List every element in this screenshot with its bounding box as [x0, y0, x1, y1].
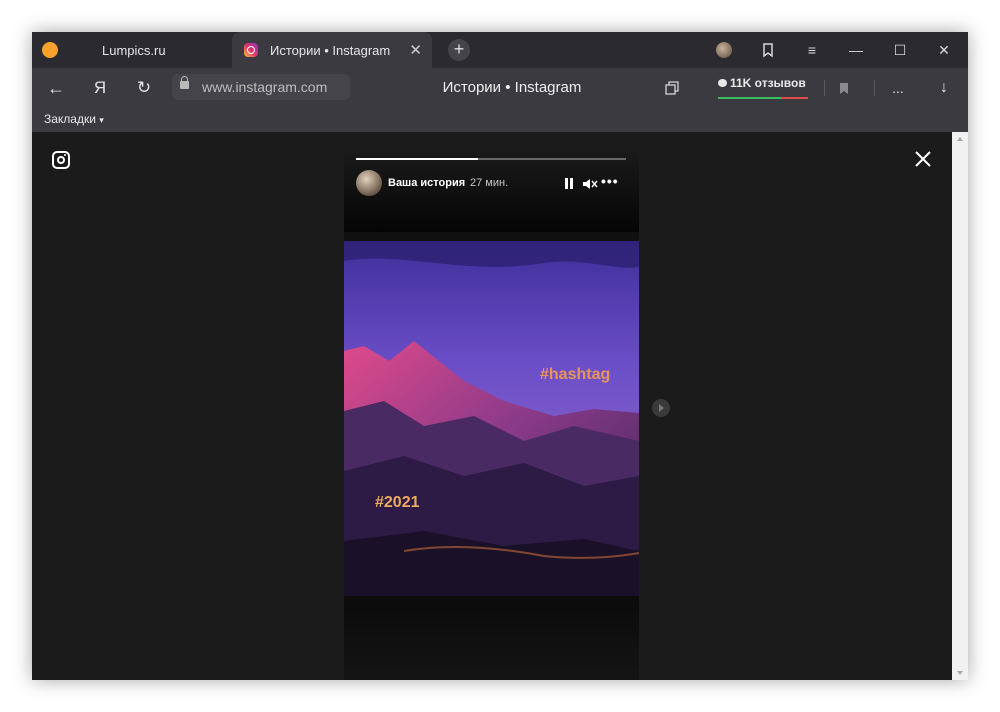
browser-window: Lumpics.ru Истории • Instagram ✕ + ≡ — ☐… [32, 32, 968, 680]
url-field[interactable]: www.instagram.com [172, 74, 350, 100]
year-hashtag-sticker[interactable]: #2021 [375, 494, 420, 512]
page-content: Ваша история 27 мин. ••• #hashtag #2021 [32, 132, 952, 680]
title-bar: Lumpics.ru Истории • Instagram ✕ + ≡ — ☐… [32, 32, 968, 68]
close-story-button[interactable] [914, 150, 932, 168]
story-image: #hashtag #2021 [344, 241, 639, 596]
divider [824, 80, 825, 96]
hashtag-sticker[interactable]: #hashtag [540, 366, 610, 384]
bookmarks-menu[interactable]: Закладки ▾ [44, 112, 104, 126]
reload-button[interactable]: ↻ [128, 68, 160, 108]
progress-fill [356, 158, 478, 160]
story-time: 27 мин. [470, 177, 509, 189]
minimize-button[interactable]: — [838, 32, 874, 68]
story-viewer[interactable]: Ваша история 27 мин. ••• #hashtag #2021 [344, 152, 639, 680]
reviews-count: 11K отзывов [730, 76, 806, 90]
tab-close-icon[interactable]: ✕ [409, 41, 422, 59]
lock-icon [180, 76, 189, 89]
page-title: Истории • Instagram [442, 79, 582, 96]
pause-icon[interactable] [564, 178, 574, 190]
bookmark-icon[interactable] [832, 68, 856, 108]
new-tab-button[interactable]: + [448, 39, 470, 61]
story-header: Ваша история 27 мин. ••• [344, 152, 639, 232]
bookmarks-bar: Закладки ▾ [32, 108, 968, 132]
yandex-home-button[interactable]: Я [84, 68, 116, 108]
more-button[interactable]: ... [884, 68, 912, 108]
scroll-up-icon[interactable] [957, 137, 963, 141]
avatar[interactable] [356, 170, 382, 196]
tab-instagram[interactable]: Истории • Instagram ✕ [232, 32, 432, 68]
menu-icon[interactable]: ≡ [794, 32, 830, 68]
mute-icon[interactable] [582, 176, 598, 192]
tab-copy-icon[interactable] [658, 68, 686, 108]
close-window-button[interactable]: ✕ [926, 32, 962, 68]
instagram-favicon-icon [244, 43, 258, 57]
story-footer [344, 596, 639, 680]
bookmarks-label: Закладки [44, 112, 96, 126]
scroll-down-icon[interactable] [957, 671, 963, 675]
download-button[interactable]: ↓ [930, 68, 958, 108]
scrollbar[interactable] [952, 132, 968, 680]
tab-title: Истории • Instagram [270, 43, 391, 58]
maximize-button[interactable]: ☐ [882, 32, 918, 68]
lumpics-favicon-icon [42, 42, 58, 58]
mountain-landscape-image [344, 241, 639, 596]
url-text: www.instagram.com [202, 79, 328, 95]
divider [874, 80, 875, 96]
instagram-logo-icon[interactable] [52, 151, 70, 169]
tab-lumpics[interactable]: Lumpics.ru [32, 32, 232, 68]
story-progress-bar [356, 158, 626, 160]
back-button[interactable]: ← [40, 68, 72, 108]
chevron-down-icon: ▾ [99, 115, 104, 125]
address-bar: ← Я ↻ www.instagram.com Истории • Instag… [32, 68, 968, 108]
story-username[interactable]: Ваша история [388, 177, 465, 189]
story-more-button[interactable]: ••• [601, 173, 619, 189]
chat-bubble-icon [718, 79, 727, 87]
profile-avatar[interactable] [716, 42, 732, 58]
next-story-button[interactable] [652, 399, 670, 417]
tab-title: Lumpics.ru [102, 43, 166, 58]
collections-icon[interactable] [750, 32, 786, 68]
close-icon [915, 151, 931, 167]
reviews-badge[interactable]: 11K отзывов [718, 76, 808, 100]
rating-bar [718, 97, 808, 99]
